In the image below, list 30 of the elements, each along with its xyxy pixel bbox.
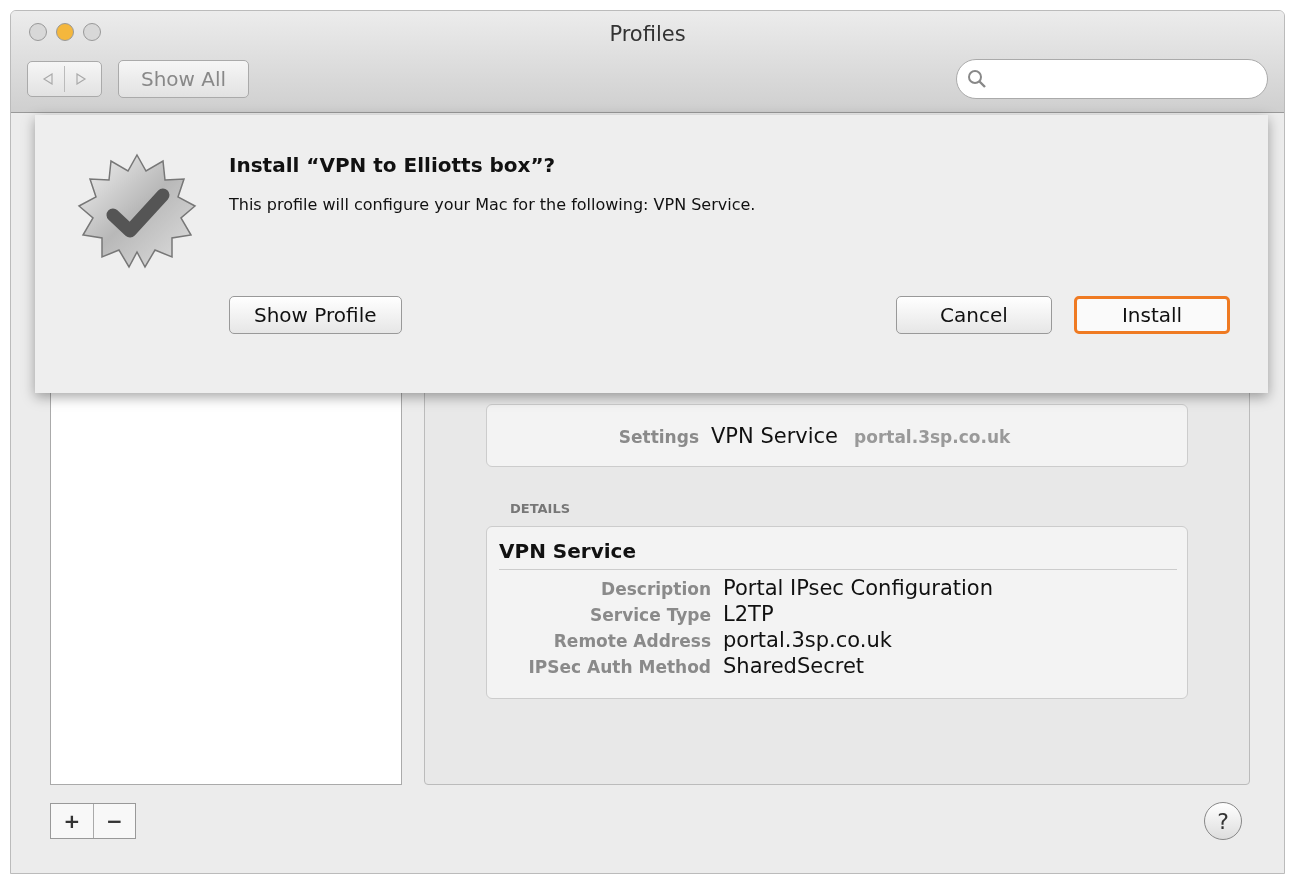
sheet-message: This profile will configure your Mac for the following: VPN Service. [229,195,757,214]
sheet-title: Install “VPN to Elliotts box”? [229,153,557,177]
field-value: portal.3sp.co.uk [723,628,892,652]
field-value: VPN Service [711,423,839,448]
section-heading: DETAILS [510,501,572,516]
minimize-button[interactable] [56,23,74,41]
help-button[interactable]: ? [1204,802,1242,840]
back-icon[interactable] [42,73,54,85]
field-label: IPSec Auth Method [527,657,711,677]
remove-button[interactable]: − [93,804,135,838]
host-text: portal.3sp.co.uk [854,426,1011,447]
forward-icon[interactable] [75,73,87,85]
search-field[interactable] [956,59,1268,99]
field-value: L2TP [723,602,774,626]
field-label: Service Type [589,605,711,625]
details-title: VPN Service [499,539,1177,570]
add-button[interactable]: + [51,804,93,838]
field-label: Remote Address [552,631,711,651]
search-icon [967,69,987,89]
install-button[interactable]: Install [1074,296,1230,334]
back-forward-control[interactable] [27,61,102,97]
close-button[interactable] [29,23,47,41]
field-label: Description [600,579,711,599]
cancel-button[interactable]: Cancel [896,296,1052,334]
show-profile-button[interactable]: Show Profile [229,296,402,334]
window-title: Profiles [609,22,686,46]
field-label: Settings [617,426,699,447]
zoom-button[interactable] [83,23,101,41]
field-value: SharedSecret [723,654,865,678]
field-value: Portal IPsec Configuration [723,576,993,600]
